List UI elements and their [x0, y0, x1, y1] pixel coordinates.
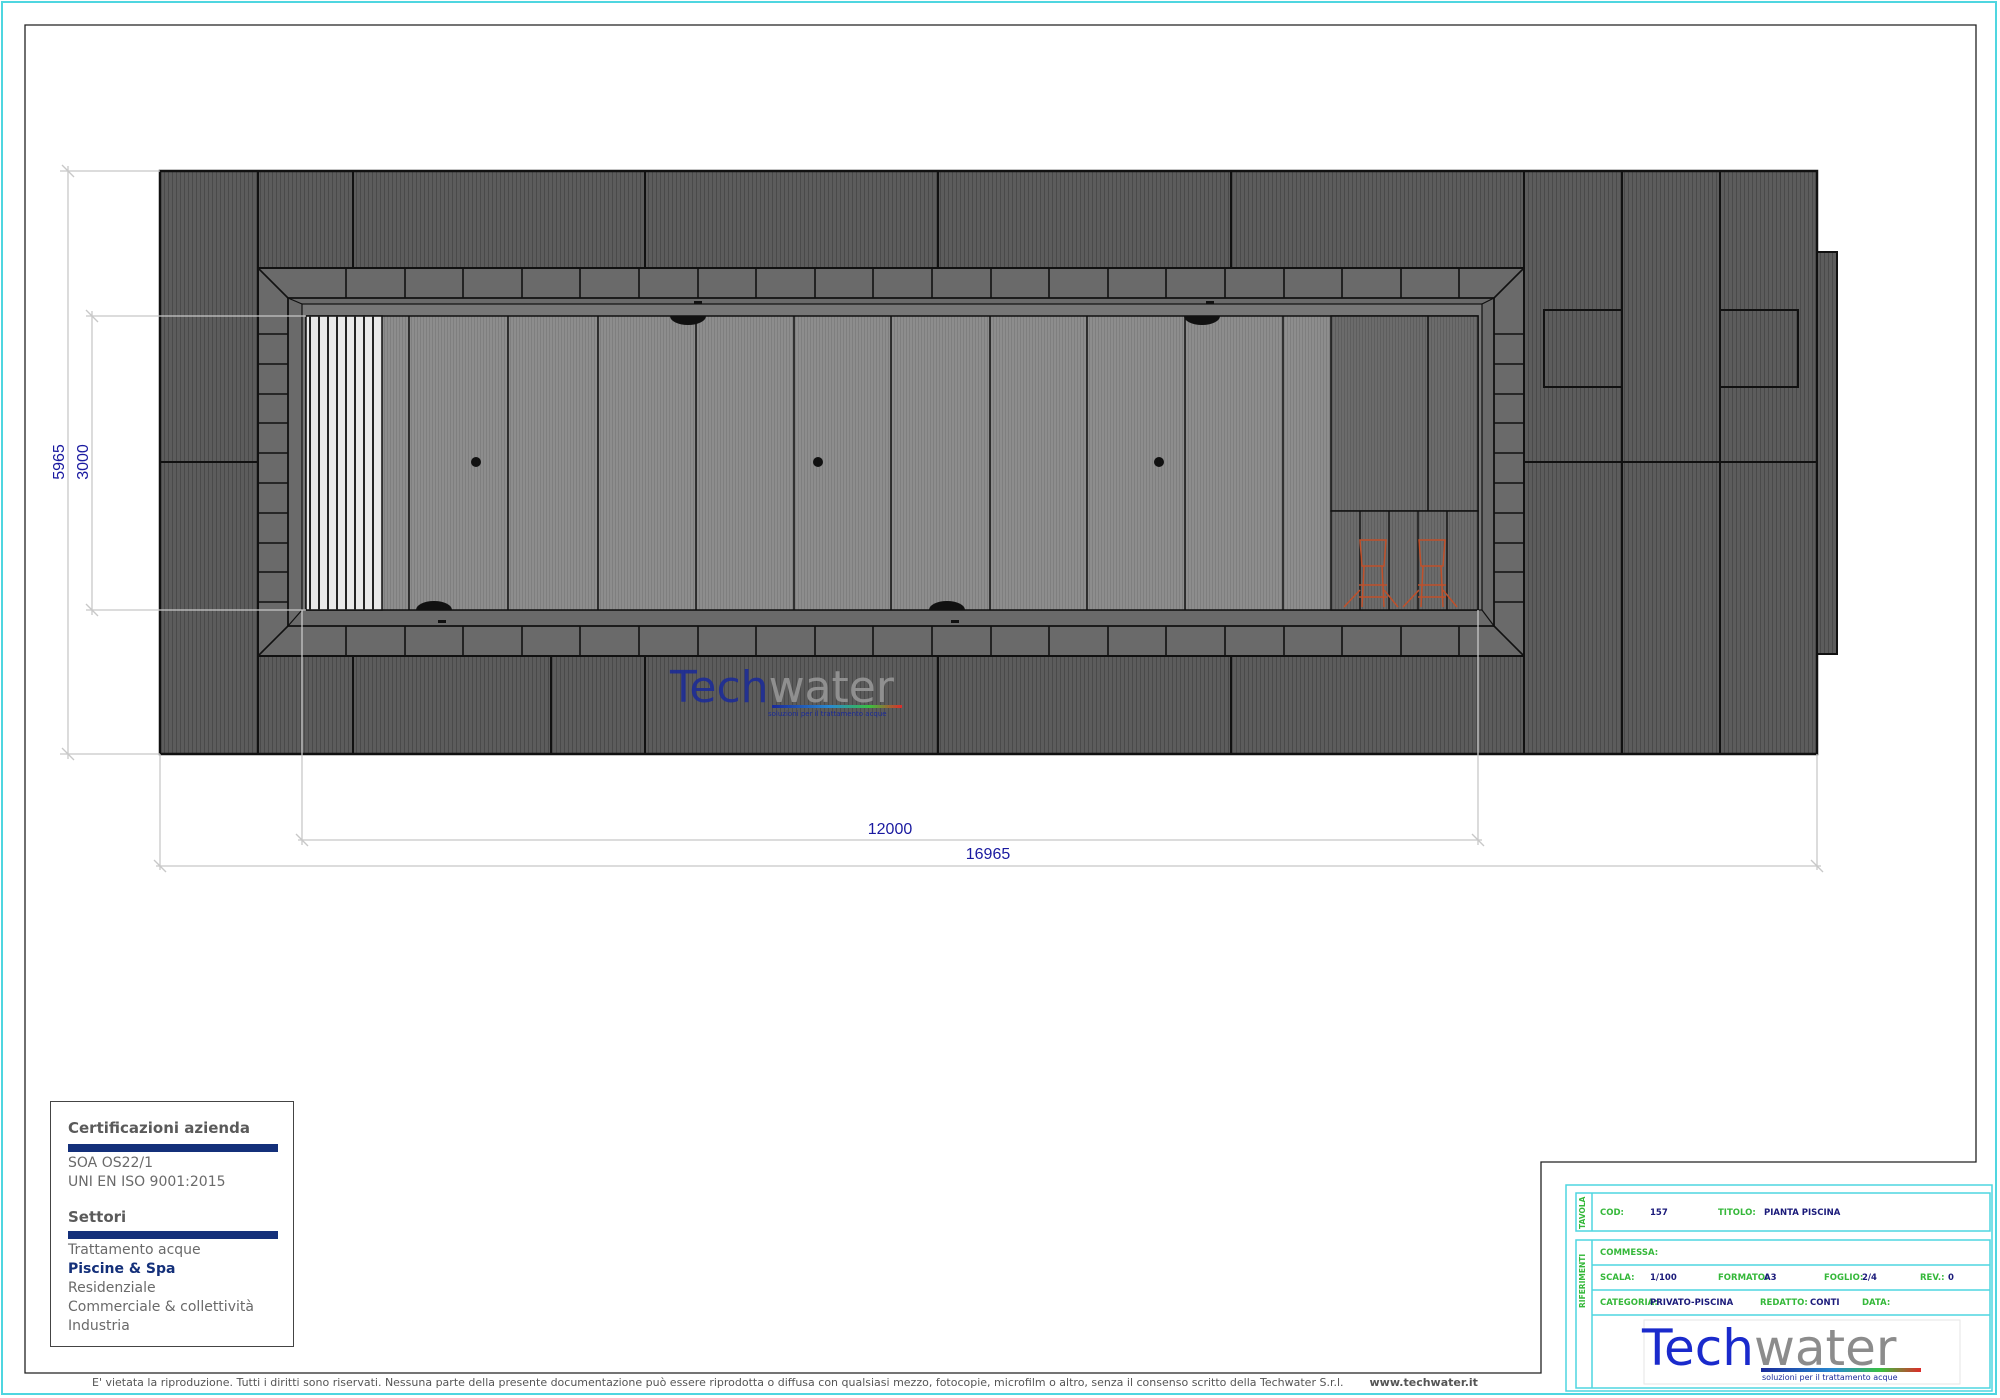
pool-plan-drawing: 16965 12000 5965 3000 Techwater soluzion… [24, 24, 1993, 1392]
pool-floor [305, 315, 1479, 611]
tb-rev-value: 0 [1948, 1273, 1954, 1283]
cert-item: SOA OS22/1 [68, 1155, 154, 1171]
sectors-heading: Settori [68, 1208, 127, 1226]
tb-cod-label: COD: [1600, 1208, 1624, 1218]
drain-icon [471, 457, 481, 467]
tb-formato-value: A3 [1764, 1273, 1777, 1283]
sector-item: Commerciale & collettività [68, 1299, 254, 1315]
tb-cod-value: 157 [1650, 1208, 1668, 1218]
tb-titolo-label: TITOLO: [1718, 1208, 1756, 1218]
cert-heading: Certificazioni azienda [68, 1119, 250, 1137]
svg-text:soluzioni per il trattamento a: soluzioni per il trattamento acque [768, 710, 887, 718]
tb-redatto-label: REDATTO: [1760, 1298, 1808, 1308]
tb-foglio-label: FOGLIO: [1824, 1273, 1864, 1283]
tb-scala-label: SCALA: [1600, 1273, 1635, 1283]
footer-notice: E' vietata la riproduzione. Tutti i diri… [92, 1376, 1478, 1389]
tb-foglio-value: 2/4 [1862, 1273, 1877, 1283]
dim-pool-length: 12000 [868, 821, 913, 838]
tb-formato-label: FORMATO: [1718, 1273, 1769, 1283]
cert-divider [68, 1144, 278, 1152]
drain-icon [1154, 457, 1164, 467]
drain-icon [813, 457, 823, 467]
steps-area [305, 315, 383, 611]
copyright-notice: E' vietata la riproduzione. Tutti i diri… [92, 1376, 1344, 1389]
certifications-box: Certificazioni azienda SOA OS22/1 UNI EN… [50, 1101, 294, 1347]
sector-item: Industria [68, 1318, 130, 1334]
equipment-box [1816, 251, 1838, 655]
tb-titolo-value: PIANTA PISCINA [1764, 1208, 1841, 1218]
tb-riferimenti-label: RIFERIMENTI [1578, 1253, 1587, 1308]
dim-pool-width: 3000 [75, 444, 92, 480]
sectors-divider [68, 1231, 278, 1239]
techwater-watermark: Techwater soluzioni per il trattamento a… [669, 662, 902, 718]
dim-total-length: 16965 [966, 846, 1011, 863]
ladder-area [1330, 510, 1479, 611]
cert-item: UNI EN ISO 9001:2015 [68, 1174, 226, 1190]
tb-rev-label: REV.: [1920, 1273, 1945, 1283]
website-link[interactable]: www.techwater.it [1370, 1376, 1478, 1389]
tb-data-label: DATA: [1862, 1298, 1891, 1308]
title-block-logo: Techwater soluzioni per il trattamento a… [1641, 1319, 1921, 1382]
svg-text:soluzioni per il trattamento a: soluzioni per il trattamento acque [1762, 1373, 1898, 1382]
sector-item: Residenziale [68, 1280, 156, 1296]
tb-commessa-label: COMMESSA: [1600, 1248, 1659, 1258]
sector-item-highlighted: Piscine & Spa [68, 1261, 176, 1277]
tb-redatto-value: CONTI [1810, 1298, 1840, 1308]
sector-item: Trattamento acque [68, 1242, 201, 1258]
tb-tavola-label: TAVOLA [1578, 1196, 1587, 1229]
dim-total-width: 5965 [51, 444, 68, 480]
tb-scala-value: 1/100 [1650, 1273, 1677, 1283]
tb-categoria-value: PRIVATO-PISCINA [1650, 1298, 1734, 1308]
equipment-floor [1330, 315, 1479, 512]
